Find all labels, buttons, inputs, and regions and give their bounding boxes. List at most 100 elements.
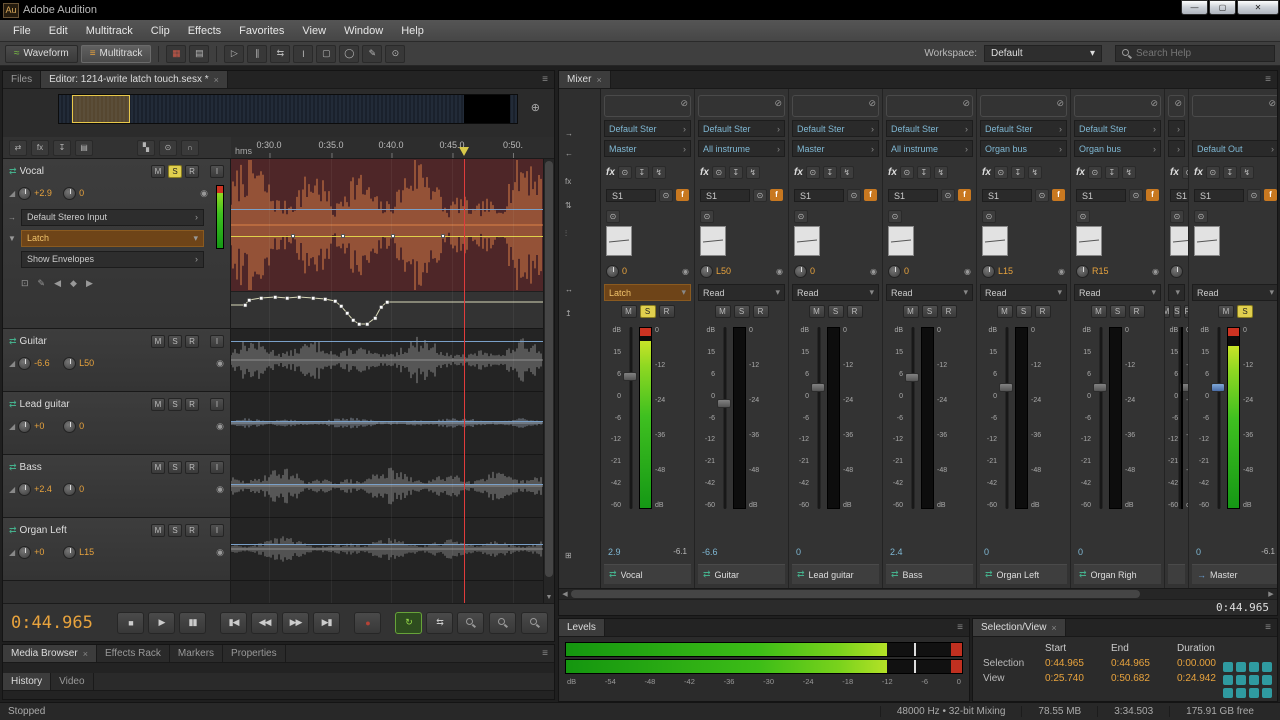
send-power-icon[interactable]: ⊙ (753, 189, 767, 202)
output-select[interactable]: Organ bus › (980, 140, 1067, 157)
send-slot[interactable]: S1 (794, 189, 844, 202)
fx-bypass-icon[interactable]: ↯ (652, 166, 666, 179)
stereo-link-icon[interactable]: ◉ (776, 267, 783, 276)
panel-menu-icon[interactable]: ≡ (1259, 619, 1277, 636)
tab-video[interactable]: Video (51, 673, 93, 690)
menu-help[interactable]: Help (392, 22, 433, 40)
send-power-icon[interactable]: ⊙ (1035, 189, 1049, 202)
eq-power-icon[interactable]: ⊙ (982, 210, 996, 223)
prev-keyframe-icon[interactable]: ◀ (54, 278, 61, 289)
rewind-button[interactable]: ◀◀ (251, 612, 278, 634)
pan-knob[interactable] (63, 483, 76, 496)
solo-button[interactable]: S (168, 524, 182, 537)
eq-graph[interactable] (888, 226, 914, 256)
solo-button[interactable]: S (1237, 305, 1253, 318)
fx-bypass-icon[interactable]: ↯ (1028, 166, 1042, 179)
volume-knob[interactable] (18, 546, 31, 559)
pan-section-icon[interactable]: ↔ (565, 285, 573, 294)
close-button[interactable]: ✕ (1237, 0, 1279, 15)
fx-power-icon[interactable]: ⊙ (712, 166, 726, 179)
output-select[interactable]: All instrume › (698, 140, 785, 157)
timeline-ruler[interactable]: hms 0:30.0 0:35.0 0:40.0 0:45.0 0:50. (231, 137, 554, 158)
insert-slot[interactable]: ⊘ (604, 95, 691, 117)
tab-close-icon[interactable]: × (1051, 623, 1056, 633)
overview-zoom-icon[interactable]: ⊕ (531, 101, 540, 114)
selection-start[interactable]: 0:44.965 (1045, 658, 1111, 669)
fader-handle[interactable] (1093, 383, 1107, 392)
menu-favorites[interactable]: Favorites (230, 22, 293, 40)
volume-knob[interactable] (18, 420, 31, 433)
volume-knob[interactable] (18, 357, 31, 370)
meter-toggle-icon[interactable]: ◉ (216, 547, 224, 558)
zoom-out-button[interactable] (489, 612, 516, 634)
pan-value[interactable]: L50 (716, 266, 773, 276)
pan-knob[interactable] (63, 187, 76, 200)
volume-value[interactable]: +2.9 (34, 188, 60, 198)
panel-menu-icon[interactable]: ≡ (536, 645, 554, 662)
insert-slot[interactable]: ⊘ (1192, 95, 1277, 117)
eq-power-icon[interactable]: ⊙ (794, 210, 808, 223)
fx-bypass-icon[interactable]: ↯ (746, 166, 760, 179)
fx-prepost-icon[interactable]: ↧ (823, 166, 837, 179)
help-search[interactable] (1115, 45, 1275, 62)
eq-section-icon[interactable]: ⫶ (565, 229, 567, 239)
mute-button[interactable]: M (151, 165, 165, 178)
fx-bypass-icon[interactable]: ↯ (840, 166, 854, 179)
metronome-icon[interactable]: ▤ (75, 140, 93, 156)
eq-graph[interactable] (1194, 226, 1220, 256)
volume-value[interactable]: 2.9 (608, 547, 621, 560)
insert-slot[interactable]: ⊘ (886, 95, 973, 117)
menu-effects[interactable]: Effects (179, 22, 230, 40)
lasso-tool-icon[interactable]: ◯ (339, 45, 359, 63)
fx-prepost-icon[interactable]: ↧ (1105, 166, 1119, 179)
pan-knob[interactable] (63, 420, 76, 433)
input-select[interactable]: Default Ster › (1074, 120, 1161, 137)
send-power-icon[interactable]: ⊙ (659, 189, 673, 202)
edit-envelope-icon[interactable]: ✎ (38, 278, 46, 289)
scrollbar-thumb[interactable] (571, 590, 1140, 598)
automation-mode-select[interactable]: Read ▾ (1074, 284, 1161, 301)
fader-handle[interactable] (999, 383, 1013, 392)
menu-window[interactable]: Window (335, 22, 392, 40)
record-arm-button[interactable]: R (185, 165, 199, 178)
eq-power-icon[interactable]: ⊙ (1170, 210, 1184, 223)
eq-power-icon[interactable]: ⊙ (888, 210, 902, 223)
record-arm-button[interactable]: R (185, 335, 199, 348)
send-power-icon[interactable]: ⊙ (847, 189, 861, 202)
keyframe[interactable] (341, 234, 345, 238)
grid-view-icon[interactable]: ⊞ (565, 551, 572, 560)
send-prefader-icon[interactable]: f (958, 189, 971, 201)
track-name[interactable]: Vocal (20, 166, 148, 177)
playhead[interactable] (464, 159, 465, 603)
overview-view-region[interactable] (72, 95, 130, 123)
insert-slot[interactable]: ⊘ (1168, 95, 1185, 117)
organ-left-waveform[interactable] (231, 518, 543, 580)
track-fx-icon[interactable]: fx (31, 140, 49, 156)
skip-selection-button[interactable]: ⇆ (426, 612, 453, 634)
overview-strip[interactable] (58, 94, 518, 124)
fader-track[interactable] (999, 325, 1014, 511)
pan-value[interactable]: L15 (79, 547, 105, 557)
track-header-organ-left[interactable]: ⇄ Organ Left M S R I ◢ +0 L15 ◉ (3, 518, 230, 581)
input-select[interactable]: Default Ster › (886, 120, 973, 137)
output-select[interactable]: Master › (792, 140, 879, 157)
record-arm-button[interactable]: R (941, 305, 957, 318)
send-power-icon[interactable]: ⊙ (1247, 189, 1261, 202)
mute-button[interactable]: M (151, 461, 165, 474)
horizontal-scrollbar[interactable]: ◀ ▶ (559, 588, 1277, 599)
automation-mode-select[interactable]: Read ▾ (698, 284, 785, 301)
send-prefader-icon[interactable]: f (1146, 189, 1159, 201)
pan-value[interactable]: 0 (79, 421, 105, 431)
eq-graph[interactable] (1076, 226, 1102, 256)
pan-knob[interactable] (982, 265, 995, 278)
view-start[interactable]: 0:25.740 (1045, 673, 1111, 684)
pan-envelope-line[interactable] (231, 484, 543, 485)
pan-knob[interactable] (700, 265, 713, 278)
volume-value[interactable]: 0 (796, 547, 801, 560)
menu-edit[interactable]: Edit (40, 22, 77, 40)
fx-section-icon[interactable]: fx (565, 177, 571, 186)
marquee-tool-icon[interactable]: ▢ (316, 45, 336, 63)
volume-envelope-line[interactable] (231, 236, 543, 237)
solo-button[interactable]: S (168, 335, 182, 348)
pan-value[interactable]: 0 (79, 484, 105, 494)
